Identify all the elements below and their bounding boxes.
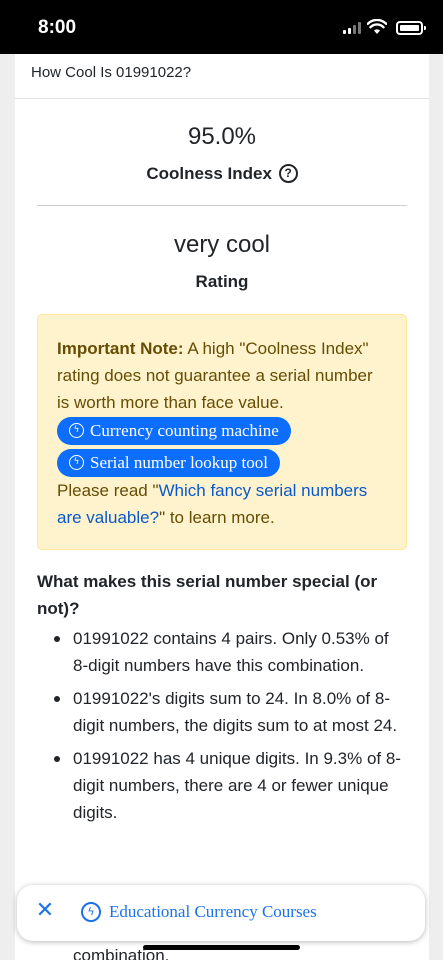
bolt-icon: ϟ — [69, 455, 84, 471]
list-item: 01991022 has 4 unique digits. In 9.3% of… — [37, 745, 407, 826]
page-content: How Cool Is 01991022? 95.0% Coolness Ind… — [15, 54, 429, 960]
help-icon[interactable]: ? — [278, 164, 298, 183]
section-divider — [37, 205, 407, 206]
coolness-index-label-row: Coolness Index ? — [15, 164, 429, 184]
status-bar: 8:00 — [0, 0, 443, 54]
list-item: 01991022 contains 4 pairs. Only 0.53% of… — [37, 625, 407, 679]
battery-icon — [396, 21, 426, 35]
section-heading: What makes this serial number special (o… — [37, 572, 378, 618]
close-icon[interactable]: ✕ — [34, 900, 56, 922]
note-post-link: " to learn more. — [159, 507, 275, 527]
educational-courses-link[interactable]: Educational Currency Courses — [109, 902, 317, 922]
rating-label: Rating — [195, 272, 249, 291]
important-note: Important Note: A high "Coolness Index" … — [37, 314, 407, 550]
chip-label: Currency counting machine — [90, 421, 279, 441]
bolt-icon: ϟ — [81, 902, 101, 922]
facts-list: 01991022 contains 4 pairs. Only 0.53% of… — [37, 625, 407, 960]
wifi-icon — [367, 19, 387, 34]
home-indicator — [143, 945, 300, 950]
coolness-index-label: Coolness Index — [146, 164, 272, 183]
chip-label: Serial number lookup tool — [90, 453, 269, 473]
note-strong: Important Note: — [57, 339, 184, 358]
cellular-signal-icon — [343, 22, 361, 34]
currency-counting-machine-chip[interactable]: ϟ Currency counting machine — [57, 416, 291, 445]
list-item: 01991022's digits sum to 24. In 8.0% of … — [37, 685, 407, 739]
serial-number-lookup-chip[interactable]: ϟ Serial number lookup tool — [57, 448, 281, 477]
bottom-ad-banner: ✕ ϟ Educational Currency Courses — [17, 885, 425, 941]
bolt-icon: ϟ — [69, 423, 84, 439]
status-time: 8:00 — [38, 17, 77, 38]
coolness-index-value: 95.0% — [187, 123, 257, 150]
note-pre-link: Please read " — [57, 480, 159, 500]
page-title: How Cool Is 01991022? — [31, 64, 192, 81]
title-divider — [15, 98, 429, 99]
rating-value: very cool — [173, 231, 271, 258]
